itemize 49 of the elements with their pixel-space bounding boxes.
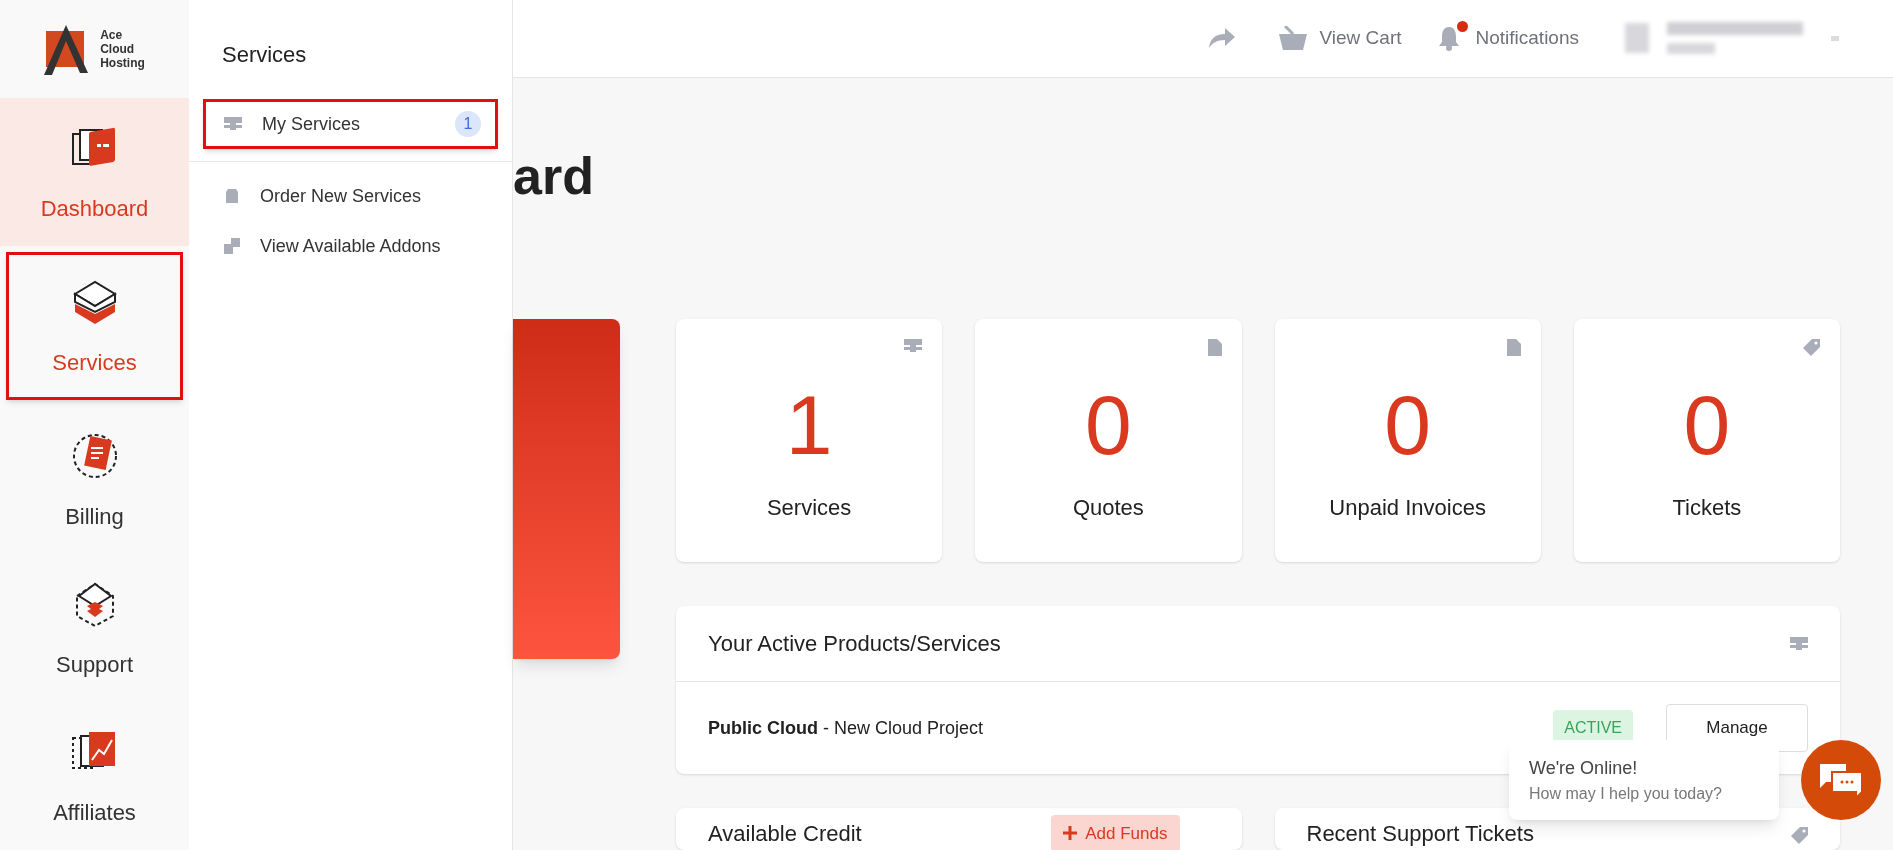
product-name: Public Cloud - New Cloud Project: [708, 716, 985, 740]
flyout-title: Services: [221, 41, 308, 69]
stat-card[interactable]: 0 Quotes: [975, 319, 1242, 562]
logo-text: Cloud: [100, 42, 136, 56]
stat-label: Quotes: [1072, 494, 1144, 522]
notifications-button[interactable]: Notifications: [1437, 16, 1579, 61]
stat-value: 0: [1085, 383, 1132, 467]
stat-value: 0: [1384, 383, 1431, 467]
tag-icon: [1803, 339, 1820, 356]
nav-item[interactable]: Billing: [6, 406, 183, 554]
logo-text: Ace: [100, 28, 124, 42]
tag-icon: [1791, 827, 1808, 844]
chat-title: We're Online!: [1529, 756, 1639, 780]
server-icon: [224, 117, 242, 131]
card-title: Your Active Products/Services: [708, 630, 1001, 658]
server-icon: [1790, 636, 1808, 651]
nav-item[interactable]: Services: [6, 252, 183, 400]
document-icon: [1207, 339, 1222, 356]
stat-card[interactable]: 0 Tickets: [1573, 319, 1840, 562]
flyout-item[interactable]: My Services 1: [203, 99, 498, 149]
blurred-user-menu[interactable]: [1625, 22, 1839, 55]
chat-popup[interactable]: We're Online! How may I help you today?: [1509, 740, 1779, 820]
flyout-item[interactable]: View Available Addons: [203, 221, 498, 271]
stat-value: 1: [785, 383, 833, 467]
stat-card[interactable]: 0 Unpaid Invoices: [1274, 319, 1541, 562]
view-cart-button[interactable]: View Cart: [1279, 16, 1402, 61]
document-icon: [1506, 339, 1521, 356]
stat-label: Tickets: [1672, 494, 1742, 522]
plus-icon: [1063, 826, 1078, 841]
share-icon: [1209, 28, 1236, 49]
count-badge: 1: [455, 111, 481, 137]
bell-icon: [1437, 25, 1460, 52]
chat-bubbles-icon: [1820, 762, 1862, 798]
page-title: ard: [513, 149, 595, 207]
card-title: Recent Support Tickets: [1306, 820, 1534, 848]
card-title: Available Credit: [708, 820, 862, 848]
addons-icon: [224, 238, 240, 254]
flyout-item[interactable]: Order New Services: [203, 171, 498, 221]
basket-icon: [1279, 26, 1308, 51]
stat-label: Services: [766, 494, 852, 522]
nav-item[interactable]: Affiliates: [6, 702, 183, 850]
logo-text: Hosting: [100, 56, 145, 70]
nav-item[interactable]: Support: [6, 554, 183, 702]
stat-value: 0: [1683, 383, 1731, 467]
box-icon: [224, 188, 240, 204]
chat-subtitle: How may I help you today?: [1529, 783, 1723, 804]
server-icon: [904, 339, 923, 353]
stat-label: Unpaid Invoices: [1329, 494, 1486, 522]
stat-card[interactable]: 1 Services: [676, 319, 943, 562]
